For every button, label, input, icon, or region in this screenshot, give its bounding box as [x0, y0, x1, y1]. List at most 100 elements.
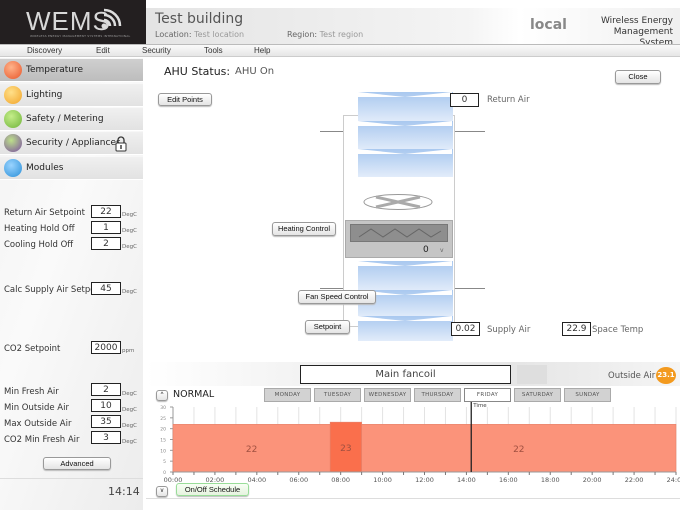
schedule-mode: NORMAL	[173, 389, 215, 400]
segment-value-label: 22	[246, 445, 257, 455]
co2-min-fresh-air-input[interactable]: 3	[91, 431, 121, 444]
calc-supply-air-setpoint-input[interactable]: 45	[91, 282, 121, 295]
sidebar-item-security-appliances[interactable]: Security / Appliances	[0, 132, 143, 155]
x-tick-label: 12:00	[415, 476, 434, 484]
param-unit: DegC	[122, 244, 137, 250]
wireless-signal-icon	[101, 8, 122, 29]
schedule-chart[interactable]: 05101520253022 23 2200:00 02:00 04:00 06:00 08…	[150, 402, 680, 484]
menu-edit[interactable]: Edit	[96, 46, 110, 55]
param-label: CO2 Setpoint	[4, 344, 61, 354]
ahu-status-label: AHU Status:	[164, 65, 231, 78]
ahu-status-value: AHU On	[235, 66, 275, 77]
x-tick-label: 14:00	[457, 476, 476, 484]
day-tab-saturday[interactable]: SATURDAY	[514, 388, 561, 402]
x-tick-label: 20:00	[583, 476, 602, 484]
outside-air-badge: 23.1	[656, 367, 676, 384]
x-tick-label: 18:00	[541, 476, 560, 484]
region: Region: Test region	[287, 30, 363, 39]
supply-duct-line	[320, 288, 343, 289]
x-tick-label: 08:00	[331, 476, 350, 484]
menu-bar: Discovery Edit Security Tools Help	[0, 44, 680, 57]
sidebar-divider	[0, 478, 143, 479]
space-temp-value: 22.9	[562, 322, 591, 336]
heater-coil	[345, 220, 453, 258]
return-air-setpoint-input[interactable]: 22	[91, 205, 121, 218]
supply-duct-line	[455, 288, 485, 289]
menu-security[interactable]: Security	[142, 46, 171, 55]
cooling-hold-off-input[interactable]: 2	[91, 237, 121, 250]
x-tick-label: 04:00	[247, 476, 266, 484]
mode-up-button[interactable]: ^	[156, 390, 168, 401]
heating-hold-off-input[interactable]: 1	[91, 221, 121, 234]
logo-subtitle: WIRELESS ENERGY MANAGEMENT SYSTEMS INTER…	[30, 34, 131, 38]
sidebar-item-label: Temperature	[26, 65, 84, 75]
menu-discovery[interactable]: Discovery	[27, 46, 62, 55]
menu-tools[interactable]: Tools	[204, 46, 223, 55]
param-unit: DegC	[122, 391, 137, 397]
param-label: Min Outside Air	[4, 403, 69, 413]
sidebar-item-lighting[interactable]: Lighting	[0, 84, 143, 107]
x-tick-label: 16:00	[499, 476, 518, 484]
param-unit: DegC	[122, 228, 137, 234]
sidebar-item-label: Lighting	[26, 90, 63, 100]
connection-label: local	[530, 17, 567, 33]
wems-logo: WEMS WIRELESS ENERGY MANAGEMENT SYSTEMS …	[0, 0, 146, 44]
y-tick-label: 5	[163, 459, 166, 465]
time-marker-label: Time	[472, 403, 487, 409]
param-label: Cooling Hold Off	[4, 240, 74, 250]
advanced-button[interactable]: Advanced	[43, 457, 111, 470]
day-tab-wednesday[interactable]: WEDNESDAY	[364, 388, 411, 402]
day-tab-friday[interactable]: FRIDAY	[464, 388, 511, 402]
day-tab-monday[interactable]: MONDAY	[264, 388, 311, 402]
mode-down-button[interactable]: v	[156, 486, 168, 497]
x-tick-label: 22:00	[625, 476, 644, 484]
sidebar-item-label: Modules	[26, 163, 64, 173]
heater-display	[350, 224, 448, 242]
system-name-line1: Wireless Energy	[600, 16, 673, 26]
location-value: Test location	[194, 30, 245, 39]
max-outside-air-input[interactable]: 35	[91, 415, 121, 428]
return-air-label: Return Air	[487, 95, 530, 105]
return-air-value: 0	[450, 93, 479, 107]
filter-coil	[358, 92, 453, 122]
filter-coil	[358, 121, 453, 150]
region-value: Test region	[319, 30, 364, 39]
min-outside-air-input[interactable]: 10	[91, 399, 121, 412]
lock-icon	[115, 136, 127, 152]
schedule-name: Main fancoil	[300, 365, 511, 384]
x-tick-label: 24:00	[667, 476, 680, 484]
building-name: Test building	[155, 11, 244, 27]
sidebar-item-safety-metering[interactable]: Safety / Metering	[0, 108, 143, 131]
menu-help[interactable]: Help	[254, 46, 270, 55]
onoff-schedule-button[interactable]: On/Off Schedule	[176, 483, 249, 496]
day-tab-sunday[interactable]: SUNDAY	[564, 388, 611, 402]
heating-wave-icon	[358, 228, 442, 238]
sidebar-item-modules[interactable]: Modules	[0, 157, 143, 180]
bottom-divider	[146, 498, 680, 499]
logo-text: WEMS	[26, 6, 111, 36]
y-tick-label: 25	[160, 416, 166, 422]
sidebar-item-temperature[interactable]: Temperature	[0, 59, 143, 82]
param-label: Max Outside Air	[4, 419, 72, 429]
edit-points-button[interactable]: Edit Points	[158, 93, 212, 106]
day-tab-tuesday[interactable]: TUESDAY	[314, 388, 361, 402]
heater-unit: v	[440, 247, 444, 254]
param-unit: DegC	[122, 407, 137, 413]
param-unit: DegC	[122, 439, 137, 445]
heating-control-button[interactable]: Heating Control	[272, 222, 336, 236]
safety-icon	[4, 110, 22, 128]
co2-setpoint-input[interactable]: 2000	[91, 341, 121, 354]
day-tab-thursday[interactable]: THURSDAY	[414, 388, 461, 402]
y-tick-label: 15	[160, 438, 166, 444]
security-icon	[4, 134, 22, 152]
y-tick-label: 30	[160, 405, 166, 411]
x-tick-label: 10:00	[373, 476, 392, 484]
segment-value-label: 22	[513, 445, 524, 455]
close-button[interactable]: Close	[615, 70, 661, 84]
param-label: CO2 Min Fresh Air	[4, 435, 80, 445]
setpoint-button[interactable]: Setpoint	[305, 320, 350, 334]
min-fresh-air-input[interactable]: 2	[91, 383, 121, 396]
y-tick-label: 10	[160, 448, 166, 454]
fan-speed-control-button[interactable]: Fan Speed Control	[298, 290, 376, 304]
x-tick-label: 06:00	[289, 476, 308, 484]
